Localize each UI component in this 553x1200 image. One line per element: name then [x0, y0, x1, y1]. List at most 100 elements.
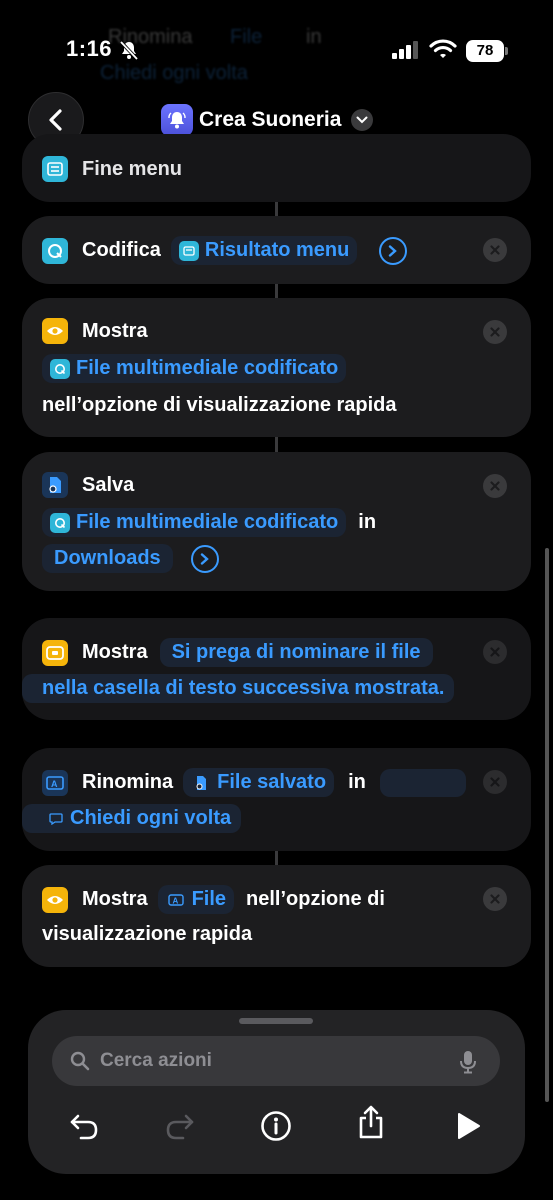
action-row: File multimediale codificato in	[42, 508, 376, 537]
action-suffix: nell’opzione di	[246, 888, 385, 910]
expand-options-button[interactable]	[379, 236, 408, 265]
ringing-bell-icon	[161, 104, 193, 136]
action-suffix: nell’opzione di visualizzazione rapida	[42, 394, 397, 416]
remove-action-button[interactable]	[483, 770, 507, 794]
actions-panel	[28, 1010, 525, 1174]
action-card-mostra-file[interactable]: Mostra A File nell’opzione di visualizza…	[22, 865, 531, 967]
remove-action-button[interactable]	[483, 320, 507, 344]
search-icon	[70, 1051, 90, 1071]
share-icon	[359, 1105, 383, 1139]
variable-token-file-codificato[interactable]: File multimediale codificato	[42, 508, 347, 537]
action-label: Fine menu	[82, 157, 183, 180]
token-label: nella casella di testo successiva mostra…	[42, 677, 445, 699]
connector-line	[275, 202, 278, 216]
action-row: Mostra	[42, 318, 148, 344]
action-row: nell’opzione di visualizzazione rapida	[42, 394, 397, 417]
info-icon	[261, 1111, 291, 1141]
menu-icon	[178, 240, 199, 261]
token-label: Risultato menu	[204, 239, 350, 261]
ghost-preposition: in	[306, 26, 322, 48]
action-row: Mostra A File nell’opzione di	[42, 885, 385, 914]
shortcut-title-menu[interactable]: Crea Suoneria	[161, 104, 374, 136]
close-icon	[490, 245, 500, 255]
alert-icon	[42, 639, 68, 666]
token-label: Chiedi ogni volta	[70, 807, 232, 829]
rename-icon: A	[42, 769, 68, 796]
search-field[interactable]	[52, 1036, 500, 1086]
eye-icon	[42, 886, 68, 913]
ghost-token: File	[230, 26, 263, 48]
remove-action-button[interactable]	[483, 474, 507, 498]
undo-button[interactable]	[66, 1108, 102, 1144]
run-button[interactable]	[450, 1108, 486, 1144]
chevron-left-icon	[49, 109, 62, 131]
token-label: File	[191, 888, 227, 910]
chevron-down-icon[interactable]	[351, 109, 374, 131]
token-label: Downloads	[54, 547, 161, 569]
redo-icon	[166, 1114, 194, 1140]
folder-token-downloads[interactable]: Downloads	[42, 544, 173, 573]
action-row: visualizzazione rapida	[42, 923, 252, 946]
redo-button[interactable]	[162, 1108, 198, 1144]
document-icon	[42, 472, 68, 498]
document-icon	[191, 773, 211, 793]
remove-action-button[interactable]	[483, 640, 507, 664]
close-icon	[490, 777, 500, 787]
action-row: A Rinomina File salvato in	[42, 768, 466, 797]
action-verb: Codifica	[82, 239, 161, 261]
action-card-salva[interactable]: Salva File multimediale codificato in Do…	[22, 452, 531, 591]
expand-options-button[interactable]	[190, 544, 219, 573]
action-card-fine-menu[interactable]: Fine menu	[22, 134, 531, 202]
variable-token-file[interactable]: A File	[157, 885, 235, 914]
ghost-action-label: Rinomina	[108, 26, 193, 48]
text-token-line-2[interactable]: nella casella di testo successiva mostra…	[22, 674, 455, 703]
encode-icon	[50, 358, 70, 379]
connector-line	[275, 284, 278, 298]
action-row: nella casella di testo successiva mostra…	[22, 674, 455, 703]
action-preposition: in	[358, 511, 377, 533]
chevron-right-icon	[200, 552, 209, 565]
token-label: File multimediale codificato	[76, 511, 339, 533]
page-title: Crea Suoneria	[199, 108, 342, 131]
rename-icon: A	[166, 890, 186, 910]
action-row: Fine menu	[42, 156, 182, 182]
share-button[interactable]	[353, 1104, 389, 1140]
microphone-icon[interactable]	[458, 1050, 478, 1074]
empty-parameter-token[interactable]	[379, 768, 466, 797]
remove-action-button[interactable]	[483, 887, 507, 911]
close-icon	[490, 481, 500, 491]
scrollbar[interactable]	[545, 548, 549, 1102]
action-card-codifica[interactable]: Codifica Risultato menu	[22, 216, 531, 284]
action-row: File multimediale codificato	[42, 354, 347, 383]
variable-token-risultato-menu[interactable]: Risultato menu	[170, 236, 358, 265]
info-button[interactable]	[258, 1108, 294, 1144]
text-token-line-1[interactable]: Si prega di nominare il file	[159, 638, 433, 667]
action-row: Codifica Risultato menu	[42, 236, 408, 265]
token-label: Si prega di nominare il file	[171, 641, 421, 663]
action-verb: Mostra	[82, 888, 148, 910]
search-input[interactable]	[100, 1050, 430, 1072]
panel-grabber[interactable]	[239, 1018, 313, 1024]
undo-icon	[70, 1114, 98, 1140]
remove-action-button[interactable]	[483, 238, 507, 262]
action-verb: Salva	[82, 473, 135, 496]
action-row: Mostra Si prega di nominare il file	[42, 638, 433, 667]
action-preposition: in	[348, 771, 366, 793]
action-row: Salva	[42, 472, 134, 498]
action-verb: Mostra	[82, 641, 148, 663]
variable-token-file-salvato[interactable]: File salvato	[183, 768, 335, 797]
action-row: Downloads	[42, 544, 219, 573]
close-icon	[490, 894, 500, 904]
ask-each-time-token[interactable]: Chiedi ogni volta	[22, 804, 242, 833]
svg-text:A: A	[172, 896, 178, 905]
action-card-mostra-avviso[interactable]: Mostra Si prega di nominare il file nell…	[22, 618, 531, 720]
variable-token-file-codificato[interactable]: File multimediale codificato	[42, 354, 347, 383]
eye-icon	[42, 318, 68, 344]
action-verb: Mostra	[82, 319, 148, 342]
play-icon	[458, 1113, 480, 1139]
close-icon	[490, 327, 500, 337]
action-verb: Rinomina	[82, 771, 174, 793]
menu-icon	[42, 156, 68, 182]
action-card-mostra-anteprima[interactable]: Mostra File multimediale codificato nell…	[22, 298, 531, 437]
action-card-rinomina[interactable]: A Rinomina File salvato in Chiedi ogni v…	[22, 748, 531, 851]
